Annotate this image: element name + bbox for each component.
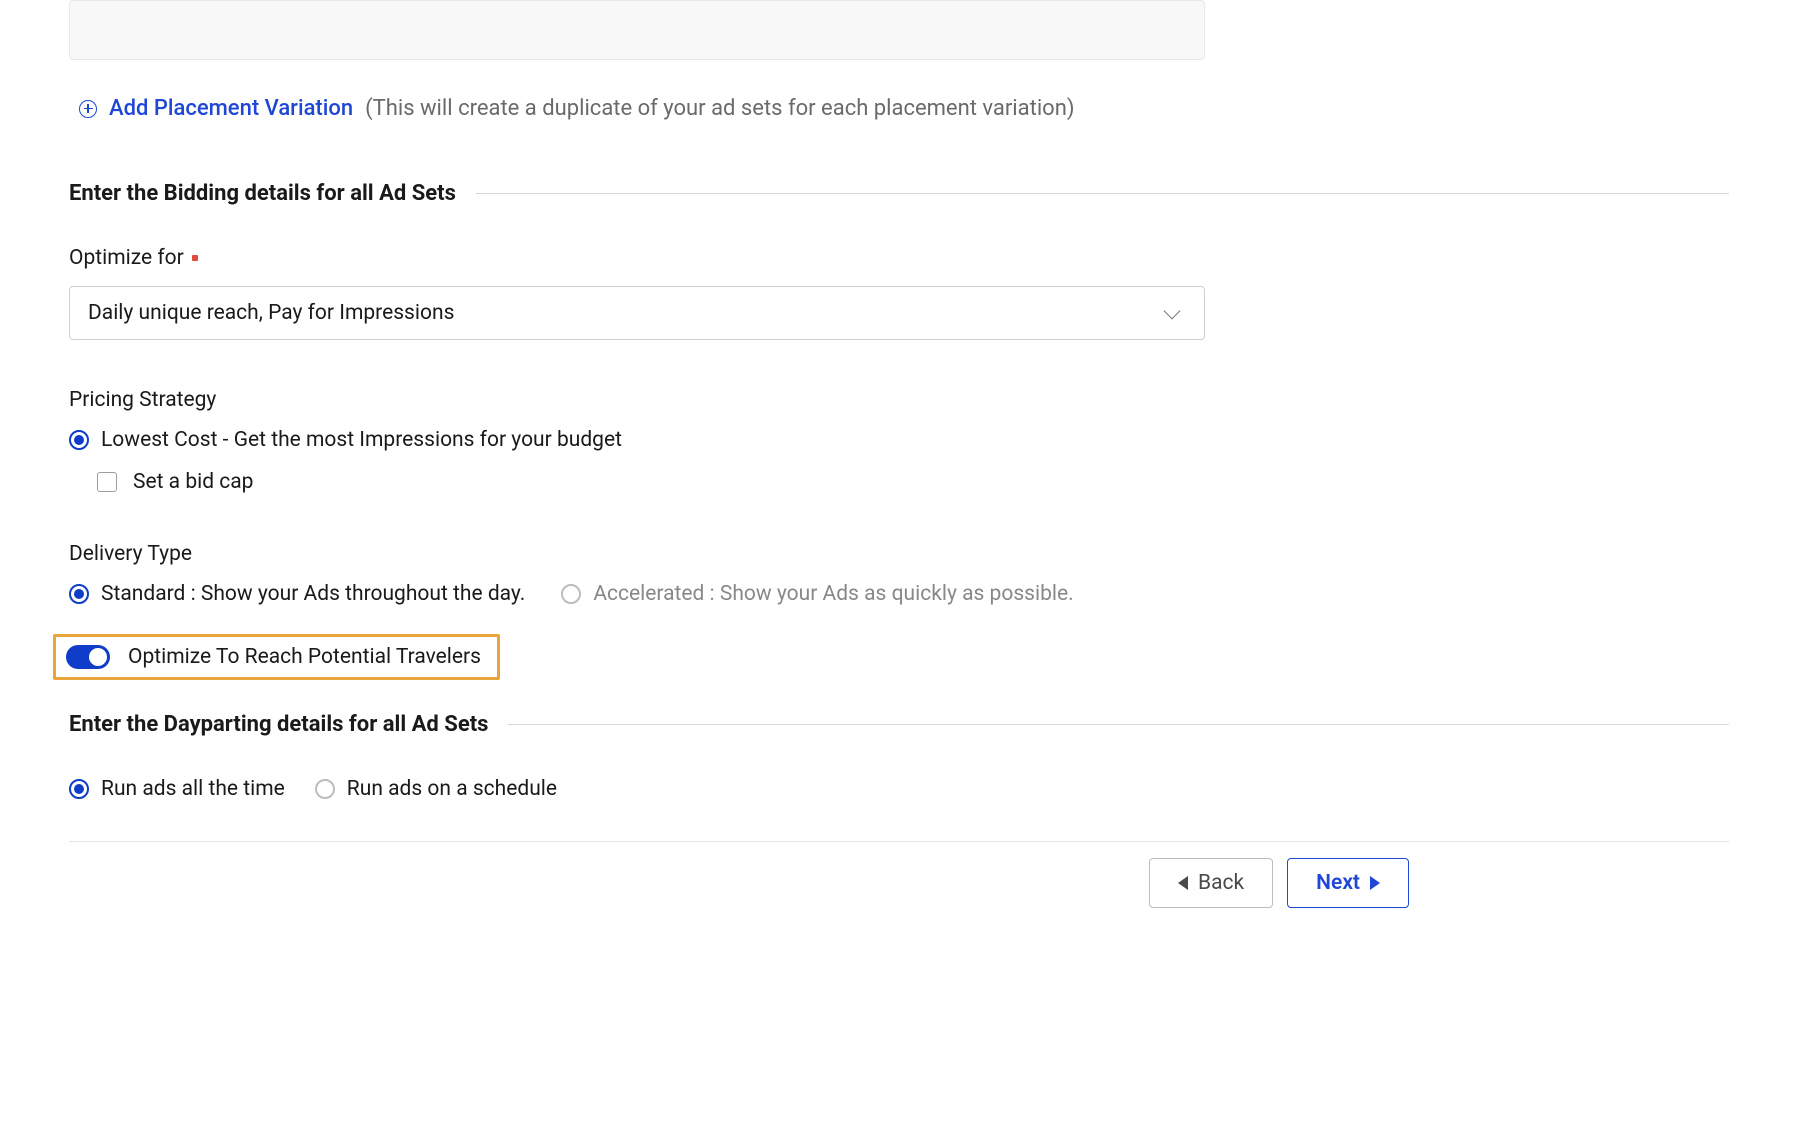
- chevron-down-icon: [1164, 303, 1181, 320]
- dayparting-section-header: Enter the Dayparting details for all Ad …: [69, 712, 1729, 737]
- dayparting-schedule-radio[interactable]: Run ads on a schedule: [315, 777, 557, 801]
- optimize-for-select[interactable]: Daily unique reach, Pay for Impressions: [69, 286, 1205, 340]
- divider: [508, 724, 1729, 725]
- optimize-travelers-highlight: Optimize To Reach Potential Travelers: [53, 634, 500, 680]
- dayparting-all-time-label: Run ads all the time: [101, 777, 285, 801]
- optimize-for-selected-value: Daily unique reach, Pay for Impressions: [88, 301, 454, 325]
- delivery-accelerated-radio[interactable]: Accelerated : Show your Ads as quickly a…: [561, 582, 1073, 606]
- radio-unselected-icon: [561, 584, 581, 604]
- dayparting-schedule-label: Run ads on a schedule: [347, 777, 557, 801]
- delivery-type-label: Delivery Type: [69, 542, 1205, 566]
- delivery-accelerated-label: Accelerated : Show your Ads as quickly a…: [593, 582, 1073, 606]
- radio-selected-icon: [69, 430, 89, 450]
- divider: [476, 193, 1729, 194]
- bid-cap-label: Set a bid cap: [133, 470, 253, 494]
- pricing-lowest-cost-radio[interactable]: Lowest Cost - Get the most Impressions f…: [69, 428, 1205, 452]
- dayparting-all-time-radio[interactable]: Run ads all the time: [69, 777, 285, 801]
- bid-cap-checkbox-row[interactable]: Set a bid cap: [97, 470, 1205, 494]
- triangle-left-icon: [1178, 876, 1188, 890]
- plus-circle-icon: [79, 100, 97, 118]
- bidding-section-title: Enter the Bidding details for all Ad Set…: [69, 181, 456, 206]
- bidding-section-header: Enter the Bidding details for all Ad Set…: [69, 181, 1729, 206]
- pricing-lowest-cost-label: Lowest Cost - Get the most Impressions f…: [101, 428, 622, 452]
- footer-actions: Back Next: [69, 841, 1729, 908]
- placement-empty-box: [69, 0, 1205, 60]
- pricing-strategy-label: Pricing Strategy: [69, 388, 1205, 412]
- radio-selected-icon: [69, 584, 89, 604]
- triangle-right-icon: [1370, 876, 1380, 890]
- next-button[interactable]: Next: [1287, 858, 1409, 908]
- delivery-standard-radio[interactable]: Standard : Show your Ads throughout the …: [69, 582, 525, 606]
- dayparting-section-title: Enter the Dayparting details for all Ad …: [69, 712, 488, 737]
- optimize-travelers-label: Optimize To Reach Potential Travelers: [128, 645, 481, 669]
- optimize-travelers-toggle[interactable]: [66, 645, 110, 669]
- checkbox-unchecked-icon: [97, 472, 117, 492]
- add-placement-variation-row: Add Placement Variation (This will creat…: [69, 96, 1205, 121]
- add-placement-variation-link[interactable]: Add Placement Variation: [109, 96, 353, 121]
- next-button-label: Next: [1316, 871, 1360, 895]
- optimize-for-label: Optimize for: [69, 246, 1205, 270]
- back-button[interactable]: Back: [1149, 858, 1273, 908]
- back-button-label: Back: [1198, 871, 1244, 895]
- radio-selected-icon: [69, 779, 89, 799]
- required-indicator-icon: [192, 255, 198, 261]
- add-placement-variation-hint: (This will create a duplicate of your ad…: [365, 96, 1074, 121]
- delivery-standard-label: Standard : Show your Ads throughout the …: [101, 582, 525, 606]
- radio-unselected-icon: [315, 779, 335, 799]
